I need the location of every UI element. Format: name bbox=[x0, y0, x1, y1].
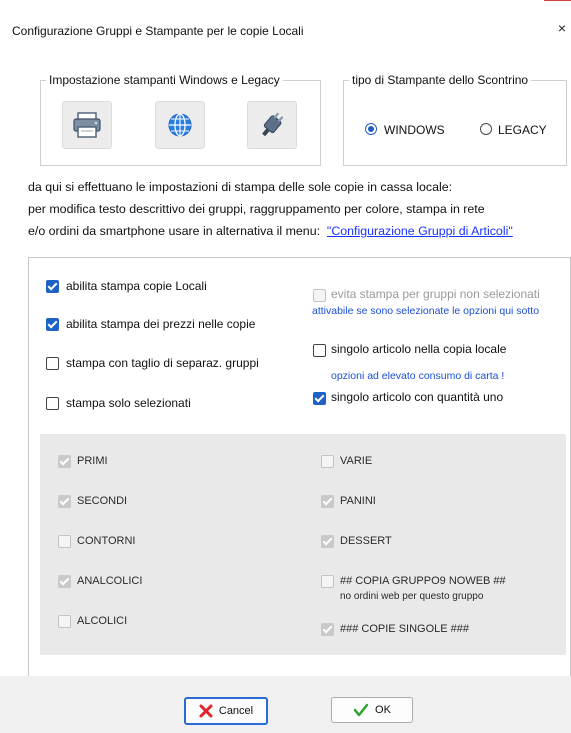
legacy-radio[interactable] bbox=[480, 123, 492, 135]
group-9-noweb-label: ## COPIA GRUPPO9 NOWEB ## bbox=[340, 575, 506, 587]
cut-separator-label[interactable]: stampa con taglio di separaz. gruppi bbox=[66, 356, 259, 370]
group-secondi-label: SECONDI bbox=[77, 495, 128, 507]
plug-icon bbox=[262, 112, 284, 137]
info-line-2: per modifica testo descrittivo dei grupp… bbox=[28, 202, 485, 216]
group-varie-label: VARIE bbox=[340, 455, 373, 467]
group-analcolici-label: ANALCOLICI bbox=[77, 575, 143, 587]
avoid-unselected-checkbox bbox=[313, 289, 326, 302]
group-9-noweb-note: no ordini web per questo gruppo bbox=[340, 591, 484, 602]
group-panini-checkbox bbox=[321, 495, 334, 508]
group-contorni-label: CONTORNI bbox=[77, 535, 136, 547]
print-selected-only-label[interactable]: stampa solo selezionati bbox=[66, 396, 191, 410]
group-9-noweb-checkbox bbox=[321, 575, 334, 588]
group-alcolici-label: ALCOLICI bbox=[77, 615, 128, 627]
windows-radio-label[interactable]: WINDOWS bbox=[384, 123, 445, 137]
group-analcolici-checkbox bbox=[58, 575, 71, 588]
group-dessert-label: DESSERT bbox=[340, 535, 392, 547]
paper-consumption-note: opzioni ad elevato consumo di carta ! bbox=[331, 370, 505, 382]
info-line-3: e/o ordini da smartphone usare in altern… bbox=[28, 224, 513, 238]
group-panini-label: PANINI bbox=[340, 495, 376, 507]
ok-button-label: OK bbox=[375, 704, 391, 716]
globe-icon bbox=[168, 113, 192, 137]
checkmark-icon bbox=[353, 703, 369, 717]
network-printer-button[interactable] bbox=[155, 101, 205, 149]
single-item-copy-checkbox[interactable] bbox=[313, 344, 326, 357]
close-icon[interactable]: × bbox=[555, 20, 569, 36]
cancel-button[interactable]: Cancel bbox=[184, 697, 268, 725]
group-alcolici-checkbox bbox=[58, 615, 71, 628]
group-varie-checkbox bbox=[321, 455, 334, 468]
legacy-radio-label[interactable]: LEGACY bbox=[498, 123, 547, 137]
group-primi-label: PRIMI bbox=[77, 455, 108, 467]
avoid-unselected-note: attivabile se sono selezionate le opzion… bbox=[312, 305, 540, 317]
printer-icon bbox=[73, 112, 101, 138]
group-single-copies-label: ### COPIE SINGOLE ### bbox=[340, 623, 470, 635]
window-title: Configurazione Gruppi e Stampante per le… bbox=[12, 24, 304, 38]
enable-local-copies-checkbox[interactable] bbox=[46, 280, 59, 293]
printer-settings-button[interactable] bbox=[62, 101, 112, 149]
info-line-1: da qui si effettuano le impostazioni di … bbox=[28, 180, 453, 194]
single-item-qty-checkbox[interactable] bbox=[313, 392, 326, 405]
group-single-copies-checkbox bbox=[321, 623, 334, 636]
cancel-button-label: Cancel bbox=[218, 705, 254, 717]
legacy-port-button[interactable] bbox=[247, 101, 297, 149]
cut-separator-checkbox[interactable] bbox=[46, 357, 59, 370]
single-item-copy-label[interactable]: singolo articolo nella copia locale bbox=[331, 342, 506, 356]
info-line-3-text: e/o ordini da smartphone usare in altern… bbox=[28, 224, 327, 238]
group-secondi-checkbox bbox=[58, 495, 71, 508]
config-groups-link[interactable]: "Configurazione Gruppi di Articoli" bbox=[327, 224, 513, 238]
group-primi-checkbox bbox=[58, 455, 71, 468]
single-item-qty-label[interactable]: singolo articolo con quantità uno bbox=[331, 390, 503, 404]
group-contorni-checkbox bbox=[58, 535, 71, 548]
cancel-x-icon bbox=[199, 704, 213, 718]
enable-prices-label[interactable]: abilita stampa dei prezzi nelle copie bbox=[66, 317, 255, 331]
group-dessert-checkbox bbox=[321, 535, 334, 548]
printers-group-legend: Impostazione stampanti Windows e Legacy bbox=[46, 73, 283, 87]
enable-prices-checkbox[interactable] bbox=[46, 318, 59, 331]
enable-local-copies-label[interactable]: abilita stampa copie Locali bbox=[66, 279, 207, 293]
receipt-group-legend: tipo di Stampante dello Scontrino bbox=[349, 73, 532, 87]
title-accent-line bbox=[544, 0, 571, 1]
dialog-footer bbox=[0, 676, 571, 733]
print-selected-only-checkbox[interactable] bbox=[46, 397, 59, 410]
avoid-unselected-label: evita stampa per gruppi non selezionati bbox=[331, 287, 540, 301]
windows-radio[interactable] bbox=[365, 123, 377, 135]
ok-button[interactable]: OK bbox=[331, 697, 413, 723]
